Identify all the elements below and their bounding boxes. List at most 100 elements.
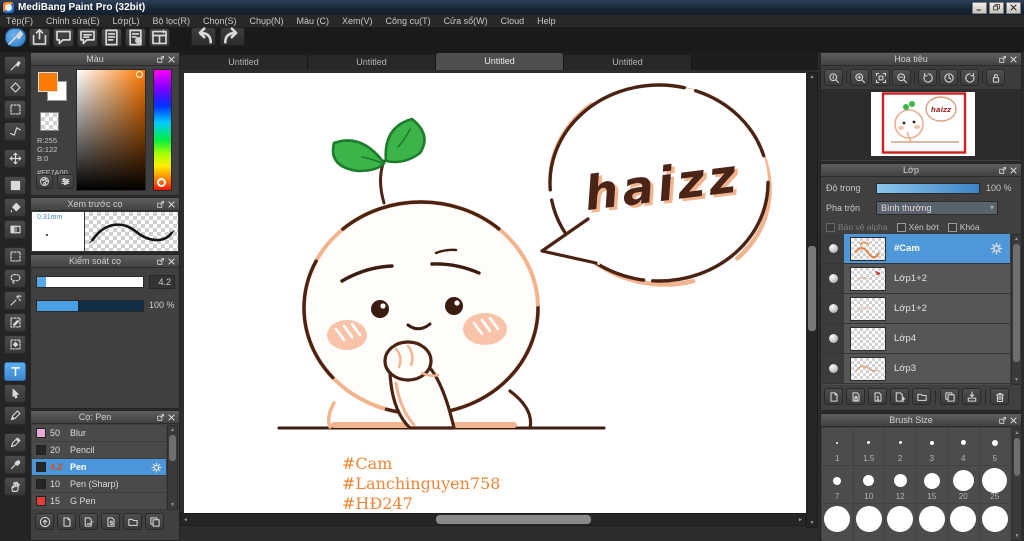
menu-item-help[interactable]: Help [537, 16, 556, 26]
panel-close-icon[interactable] [167, 257, 176, 266]
layer-row-l-p1-2[interactable]: Lớp1+2 [822, 294, 1010, 324]
comment-list-button[interactable] [77, 28, 98, 47]
brush-size-header[interactable]: Brush Size [821, 414, 1021, 427]
polyline-tool[interactable] [4, 122, 26, 141]
brush-size-value[interactable]: 4.2 [149, 275, 175, 289]
transparent-color-swatch[interactable] [40, 112, 59, 131]
brush-size-cell[interactable] [885, 504, 917, 541]
brush-size-cell-25[interactable]: 25 [979, 466, 1011, 504]
brush-item-pen-sharp[interactable]: 10 Pen (Sharp) [32, 476, 166, 493]
menu-item-cloud[interactable]: Cloud [501, 16, 525, 26]
stamp-pen-tool[interactable] [4, 433, 26, 452]
brush-size-cell-5[interactable]: 5 [979, 428, 1011, 466]
panel-popout-icon[interactable] [156, 55, 165, 64]
marquee-tool[interactable] [4, 100, 26, 119]
document-settings-button[interactable] [125, 28, 146, 47]
delete-layer-button[interactable] [990, 388, 1009, 405]
navigator-thumbnail[interactable]: haizz [871, 92, 975, 156]
foreground-color-swatch[interactable] [38, 72, 58, 92]
rotate-cw-button[interactable] [960, 69, 979, 86]
brush-size-slider[interactable] [36, 276, 144, 288]
panel-popout-icon[interactable] [156, 413, 165, 422]
brush-folder-button[interactable] [123, 513, 142, 530]
layer-visibility-toggle[interactable] [822, 264, 844, 293]
brush-size-cell[interactable] [854, 504, 885, 541]
menu-item-c-ng-c-t[interactable]: Công cụ(T) [386, 16, 431, 26]
operation-tool[interactable] [4, 384, 26, 403]
scroll-right-icon[interactable] [796, 514, 805, 525]
brush-size-cell-2[interactable]: 2 [885, 428, 917, 466]
upload-brush-button[interactable] [35, 513, 54, 530]
layer-visibility-toggle[interactable] [822, 294, 844, 323]
layer-folder-button[interactable] [912, 388, 931, 405]
brush-size-cell-15[interactable]: 15 [916, 466, 948, 504]
title-bar[interactable]: MediBang Paint Pro (32bit) [0, 0, 1024, 15]
layer-settings-gear-icon[interactable] [989, 241, 1004, 256]
merge-layer-button[interactable] [962, 388, 981, 405]
minimize-button[interactable] [972, 1, 987, 14]
menu-item-b-l-c-r[interactable]: Bộ lọc(R) [152, 16, 190, 26]
color-sliders-button[interactable] [57, 174, 74, 189]
checkbox-box[interactable] [896, 222, 906, 232]
undo-button[interactable] [191, 27, 216, 46]
add-script-brush-button[interactable] [101, 513, 120, 530]
scroll-thumb[interactable] [808, 246, 816, 331]
duplicate-brush-button[interactable] [145, 513, 164, 530]
menu-item-l-p-l[interactable]: Lớp(L) [113, 16, 140, 26]
fill-rect-tool[interactable] [4, 176, 26, 195]
scroll-thumb[interactable] [436, 515, 591, 524]
rotate-reset-button[interactable] [939, 69, 958, 86]
brush-size-cell-1-5[interactable]: 1.5 [853, 428, 885, 466]
panel-close-icon[interactable] [167, 413, 176, 422]
divide-tool[interactable] [4, 406, 26, 425]
brush-size-cell[interactable] [822, 504, 854, 541]
panel-popout-icon[interactable] [998, 416, 1007, 425]
rotate-ccw-button[interactable] [918, 69, 937, 86]
panel-popout-icon[interactable] [998, 55, 1007, 64]
brush-item-pencil[interactable]: 20 Pencil [32, 442, 166, 459]
panel-close-icon[interactable] [167, 200, 176, 209]
canvas[interactable]: haizz haizz #Cam #Lanchinguyen758 #HĐ247 [184, 73, 806, 513]
eyedropper-tool[interactable] [4, 455, 26, 474]
add-brush-image-button[interactable] [79, 513, 98, 530]
scroll-down-icon[interactable] [168, 501, 177, 509]
brush-size-cell[interactable] [948, 504, 980, 541]
navigator-header[interactable]: Hoa tiêu [821, 53, 1021, 66]
brush-size-scrollbar[interactable] [1012, 428, 1022, 541]
document-tab-1[interactable]: Untitled [180, 55, 308, 70]
zoom-reset-button[interactable] [824, 69, 843, 86]
brush-size-cell-3[interactable]: 3 [916, 428, 948, 466]
panel-close-icon[interactable] [1009, 55, 1018, 64]
brush-size-cell-10[interactable]: 10 [853, 466, 885, 504]
menu-item-ch-nh-s-a-e[interactable]: Chỉnh sửa(E) [46, 16, 100, 26]
checkbox-box[interactable] [826, 222, 835, 232]
document-tab-4[interactable]: Untitled [564, 55, 692, 70]
select-pen-tool[interactable] [4, 313, 26, 332]
canvas-vertical-scrollbar[interactable] [806, 72, 818, 528]
checkbox-kh-a[interactable]: Khóa [947, 222, 980, 232]
layer-row-l-p4[interactable]: Lớp4 [822, 324, 1010, 354]
layer-row-l-p3[interactable]: Lớp3 [822, 354, 1010, 384]
brush-size-cell-20[interactable]: 20 [948, 466, 980, 504]
scroll-thumb[interactable] [1013, 244, 1020, 362]
material-panel-button[interactable] [149, 28, 170, 47]
checkbox-box[interactable] [947, 222, 957, 232]
layer-visibility-toggle[interactable] [822, 324, 844, 353]
brush-settings-gear-icon[interactable] [150, 461, 163, 474]
scroll-up-icon[interactable] [807, 73, 817, 81]
menu-item-xem-v[interactable]: Xem(V) [342, 16, 373, 26]
scroll-up-icon[interactable] [1013, 429, 1021, 437]
brush-opacity-slider[interactable] [36, 300, 144, 312]
saturation-value-picker[interactable] [76, 69, 146, 191]
brush-size-cell-1[interactable]: 1 [822, 428, 854, 466]
menu-item-ch-p-n[interactable]: Chụp(N) [250, 16, 284, 26]
layer-opacity-slider[interactable] [876, 182, 980, 194]
layers-header[interactable]: Lớp [821, 164, 1021, 177]
brush-preview-header[interactable]: Xem trước cọ [31, 198, 179, 211]
paint-mode-button[interactable] [5, 28, 26, 47]
layer-visibility-toggle[interactable] [822, 234, 844, 263]
blend-mode-dropdown[interactable]: Bình thường [876, 200, 998, 215]
layer-visibility-toggle[interactable] [822, 354, 844, 383]
panel-close-icon[interactable] [1009, 166, 1018, 175]
add-brush-button[interactable] [57, 513, 76, 530]
